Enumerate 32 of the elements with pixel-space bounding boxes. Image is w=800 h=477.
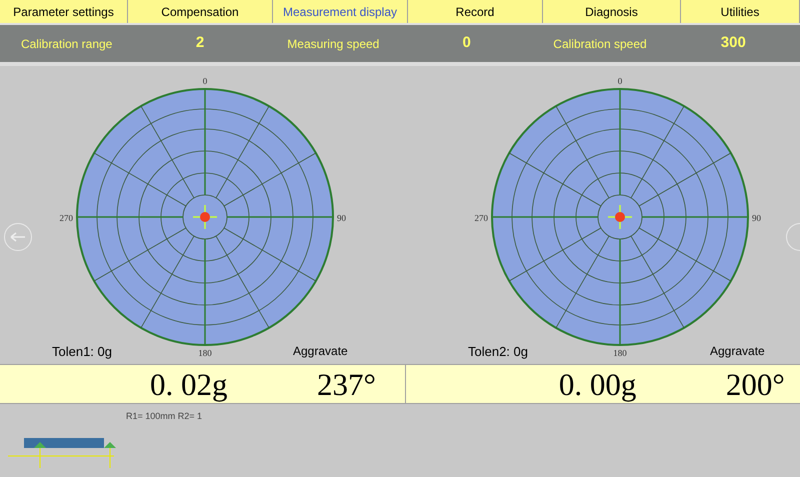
radius-caption: R1= 100mm R2= 1: [126, 410, 202, 423]
tab[interactable]: Utilities: [681, 0, 800, 23]
angle-label: 180: [198, 348, 212, 358]
unbalance-angle: 200°: [726, 366, 785, 404]
left-arrow-icon: [10, 232, 26, 242]
tab[interactable]: Parameter settings: [0, 0, 128, 23]
angle-label: 90: [337, 213, 346, 223]
angle-label: 90: [752, 213, 761, 223]
tolerance-label: Tolen1: 0g: [52, 343, 112, 361]
status-label: Calibration speed: [552, 36, 648, 52]
tab[interactable]: Record: [408, 0, 543, 23]
status-value: 300: [720, 33, 747, 54]
unbalance-angle: 237°: [317, 366, 376, 404]
angle-label: 0: [618, 76, 622, 86]
status-value: 2: [194, 33, 206, 54]
unbalance-mass: 0. 00g: [558, 366, 636, 404]
angle-label: 270: [60, 213, 73, 223]
tolerance-label: Tolen2: 0g: [468, 343, 528, 361]
mode-label: Aggravate: [293, 343, 348, 360]
forward-arrow-button[interactable]: [786, 223, 800, 251]
mode-label: Aggravate: [710, 343, 765, 360]
crosshair-icon: [608, 205, 632, 229]
unbalance-mass: 0. 02g: [150, 366, 228, 404]
tab[interactable]: Diagnosis: [543, 0, 681, 23]
back-arrow-button[interactable]: [4, 223, 32, 251]
angle-label: 0: [202, 76, 208, 86]
status-label: Measuring speed: [286, 36, 380, 52]
status-label: Calibration range: [20, 36, 114, 52]
crosshair-icon: [193, 205, 217, 229]
angle-label: 270: [474, 213, 488, 223]
status-value: 0: [461, 33, 472, 54]
angle-label: 180: [613, 348, 627, 358]
